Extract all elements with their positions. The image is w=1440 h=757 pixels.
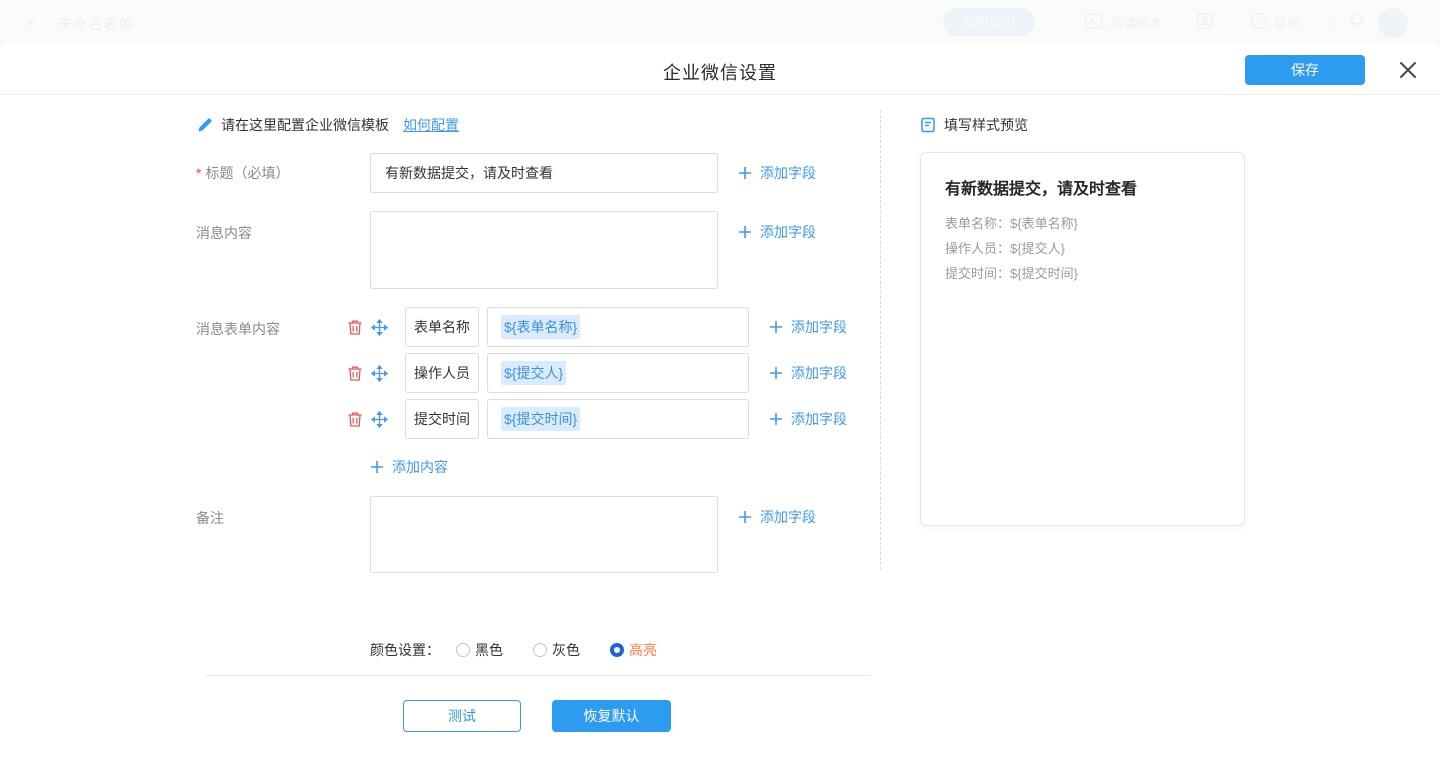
footer-divider: [205, 675, 870, 676]
plus-icon: [738, 225, 752, 239]
wecom-settings-modal: 企业微信设置 保存 请在这里配置企业微信模板 如何配置 *标题（必填） 添加字段…: [0, 44, 1440, 757]
preview-line: 提交时间：${提交时间}: [945, 261, 1220, 286]
config-hint-row: 请在这里配置企业微信模板 如何配置: [197, 115, 459, 135]
title-field-label: *标题（必填）: [196, 163, 289, 183]
preview-header-text: 填写样式预览: [944, 115, 1028, 135]
add-field-link-row[interactable]: 添加字段: [769, 409, 847, 429]
radio-highlight-label[interactable]: 高亮: [629, 640, 657, 660]
row-name-input[interactable]: [405, 307, 479, 347]
test-button[interactable]: 测试: [403, 700, 521, 732]
row-value-field[interactable]: ${表单名称}: [487, 307, 749, 347]
row-name-input[interactable]: [405, 353, 479, 393]
save-button[interactable]: 保存: [1245, 55, 1365, 85]
radio-highlight[interactable]: [610, 643, 624, 657]
row-value-field[interactable]: ${提交时间}: [487, 399, 749, 439]
plus-icon: [738, 166, 752, 180]
form-content-label: 消息表单内容: [196, 319, 280, 339]
add-content-link[interactable]: 添加内容: [370, 457, 448, 477]
pencil-icon: [197, 117, 213, 133]
how-to-configure-link[interactable]: 如何配置: [403, 115, 459, 135]
delete-icon[interactable]: [347, 319, 363, 336]
close-icon[interactable]: [1398, 60, 1418, 80]
move-icon[interactable]: [371, 319, 388, 336]
plus-icon: [769, 366, 783, 380]
radio-black[interactable]: [456, 643, 470, 657]
title-input[interactable]: [370, 153, 718, 193]
add-field-link-remark[interactable]: 添加字段: [738, 507, 816, 527]
app-screen: ‹ 未命名表单 应用访问 后端脚本 ? 帮助 企业微信设置 保存 请在这里配置企: [0, 0, 1440, 757]
document-icon: [920, 117, 936, 133]
row-value-field[interactable]: ${提交人}: [487, 353, 749, 393]
radio-gray[interactable]: [533, 643, 547, 657]
preview-line: 表单名称：${表单名称}: [945, 211, 1220, 236]
radio-black-label[interactable]: 黑色: [475, 640, 503, 660]
form-content-row: ${表单名称} 添加字段: [347, 307, 847, 347]
vertical-dashed-divider: [880, 110, 881, 570]
config-hint-text: 请在这里配置企业微信模板: [221, 115, 389, 135]
modal-overlay: [0, 0, 1440, 44]
modal-header: 企业微信设置 保存: [0, 44, 1440, 95]
delete-icon[interactable]: [347, 365, 363, 382]
row-name-input[interactable]: [405, 399, 479, 439]
delete-icon[interactable]: [347, 411, 363, 428]
plus-icon: [769, 412, 783, 426]
remark-textarea[interactable]: [370, 496, 718, 573]
required-asterisk: *: [196, 165, 201, 181]
add-field-link-row[interactable]: 添加字段: [769, 363, 847, 383]
plus-icon: [738, 510, 752, 524]
radio-gray-label[interactable]: 灰色: [552, 640, 580, 660]
add-field-link-title[interactable]: 添加字段: [738, 163, 816, 183]
preview-line: 操作人员：${提交人}: [945, 236, 1220, 261]
restore-default-button[interactable]: 恢复默认: [552, 700, 671, 732]
message-content-textarea[interactable]: [370, 211, 718, 289]
remark-field-label: 备注: [196, 508, 224, 528]
move-icon[interactable]: [371, 365, 388, 382]
color-setting-row: 颜色设置： 黑色 灰色 高亮: [370, 639, 657, 661]
form-content-row: ${提交时间} 添加字段: [347, 399, 847, 439]
field-token: ${表单名称}: [501, 315, 580, 339]
color-setting-label: 颜色设置：: [370, 640, 440, 660]
field-token: ${提交时间}: [501, 407, 580, 431]
form-content-row: ${提交人} 添加字段: [347, 353, 847, 393]
field-token: ${提交人}: [501, 361, 566, 385]
add-field-link-row[interactable]: 添加字段: [769, 317, 847, 337]
preview-header: 填写样式预览: [920, 116, 1028, 134]
topbar: ‹ 未命名表单 应用访问 后端脚本 ? 帮助: [0, 0, 1440, 44]
plus-icon: [769, 320, 783, 334]
message-field-label: 消息内容: [196, 223, 252, 243]
preview-card: 有新数据提交，请及时查看 表单名称：${表单名称} 操作人员：${提交人} 提交…: [920, 152, 1245, 526]
plus-icon: [370, 460, 384, 474]
add-field-link-message[interactable]: 添加字段: [738, 222, 816, 242]
preview-title: 有新数据提交，请及时查看: [945, 175, 1220, 199]
modal-title: 企业微信设置: [0, 59, 1440, 85]
move-icon[interactable]: [371, 411, 388, 428]
